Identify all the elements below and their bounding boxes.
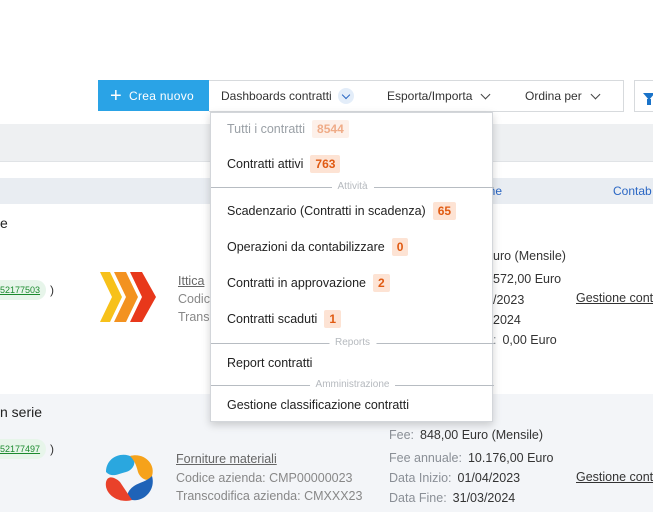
gestione-contratto-link[interactable]: Gestione cont [576,470,653,484]
azienda-name-link[interactable]: Forniture materiali [176,452,277,466]
end-date-value: 2024 [493,313,521,327]
count-badge: 2 [372,274,390,292]
fee-info: Fee: 848,00 Euro (Mensile) [389,428,543,442]
fee-value: uro (Mensile) [493,249,566,263]
menu-item-contratti-attivi[interactable]: Contratti attivi 763 [227,155,341,173]
dashboards-contratti-dropdown[interactable]: Dashboards contratti [209,81,375,111]
extra-value: 0,00 Euro [502,333,557,347]
fee-annual-info: Fee annuale: 10.176,00 Euro [389,451,553,465]
menu-item-label: Contratti scaduti [227,312,318,326]
filter-button[interactable] [634,80,653,112]
menu-item-label: Tutti i contratti [227,122,306,136]
count-badge: 763 [310,155,341,173]
start-date-label: Data Inizio: [389,471,452,485]
ordina-per-dropdown[interactable]: Ordina per [503,81,623,111]
menu-item-report-contratti[interactable]: Report contratti [227,356,312,370]
azienda-transcode: Trans [178,310,210,324]
count-badge: 65 [432,202,457,220]
menu-item-tutti-contratti[interactable]: Tutti i contratti 8544 [227,120,349,138]
fee-annual-label: Fee annuale: [389,451,462,465]
menu-item-label: Operazioni da contabilizzare [227,240,385,254]
fee-annual-value: 572,00 Euro [493,272,562,286]
order-label: Ordina per [525,89,582,103]
section-label-amministrazione: Amministrazione [309,379,396,390]
start-date-value: /2023 [493,293,525,307]
end-date-info: Data Fine: 31/03/2024 [389,491,515,505]
extra-label: : [493,333,497,347]
dashboards-label: Dashboards contratti [221,89,332,103]
filter-icon [643,92,653,105]
contract-title: e [0,215,8,231]
menu-separator: Reports [211,337,494,348]
extra-info: :0,00 Euro [493,333,557,347]
contract-code-link[interactable]: 52177497 [0,439,46,459]
azienda-transcode: Transcodifica azienda: CMXXX23 [176,489,363,503]
plus-icon: + [110,84,122,107]
menu-item-label: Gestione classificazione contratti [227,398,410,412]
export-label: Esporta/Importa [387,89,473,103]
start-date-info: Data Inizio: 01/04/2023 [389,471,520,485]
toolbar: + Crea nuovo Dashboards contratti Esport… [98,80,624,112]
section-label-reports: Reports [328,337,377,348]
contract-code-paren: ) [50,283,54,297]
esporta-importa-dropdown[interactable]: Esporta/Importa [375,81,503,111]
company-logo [105,454,153,501]
azienda-code: Codic [178,292,210,306]
contract-code-paren: ) [50,442,54,456]
count-badge: 0 [391,238,409,256]
toolbar-dropdown-group: Dashboards contratti Esporta/Importa Ord… [209,80,624,112]
menu-item-label: Contratti attivi [227,157,304,171]
azienda-code: Codice azienda: CMP00000023 [176,471,353,485]
end-date-label: Data Fine: [389,491,447,505]
dashboards-contratti-menu: Tutti i contratti 8544 Contratti attivi … [210,112,494,422]
start-date-value: 01/04/2023 [457,471,521,485]
fee-annual-value: 10.176,00 Euro [467,451,554,465]
fee-value: 848,00 Euro (Mensile) [420,428,543,442]
column-header-contabilita[interactable]: Contab [613,184,652,198]
end-date-value: 31/03/2024 [452,491,516,505]
count-badge: 1 [324,310,342,328]
section-label-attivita: Attività [331,181,374,192]
menu-item-gestione-classificazione[interactable]: Gestione classificazione contratti [227,398,409,412]
contract-code-link[interactable]: 52177503 [0,280,46,300]
menu-item-label: Report contratti [227,356,313,370]
menu-separator: Attività [211,181,494,192]
gestione-contratto-link[interactable]: Gestione cont [576,291,653,305]
create-new-button[interactable]: + Crea nuovo [98,80,209,111]
contract-title: n serie [0,404,43,420]
menu-item-operazioni-da-contabilizzare[interactable]: Operazioni da contabilizzare 0 [227,238,409,256]
menu-item-contratti-scaduti[interactable]: Contratti scaduti 1 [227,310,342,328]
company-logo [100,272,156,322]
menu-item-label: Scadenzario (Contratti in scadenza) [227,204,426,218]
create-new-label: Crea nuovo [128,88,195,103]
fee-label: Fee: [389,428,415,442]
chevron-down-icon [480,89,491,99]
chevron-down-icon [337,88,354,104]
menu-separator: Amministrazione [211,379,494,390]
chevron-down-icon [590,89,601,99]
menu-item-scadenzario[interactable]: Scadenzario (Contratti in scadenza) 65 [227,202,457,220]
azienda-name-link[interactable]: Ittica [178,274,204,288]
menu-item-contratti-in-approvazione[interactable]: Contratti in approvazione 2 [227,274,390,292]
menu-item-label: Contratti in approvazione [227,276,366,290]
count-badge: 8544 [312,120,349,138]
